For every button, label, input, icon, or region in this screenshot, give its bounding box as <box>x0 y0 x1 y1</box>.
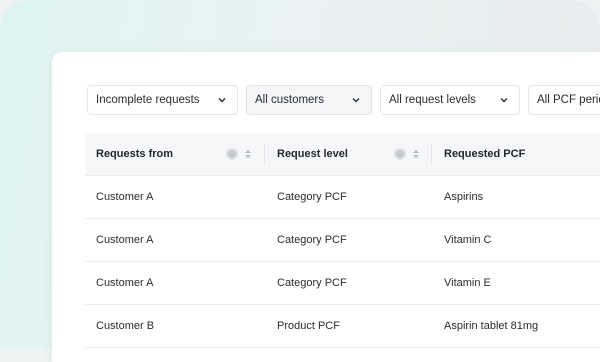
cell-request-level: Category PCF <box>277 234 347 246</box>
cell-request-level: Category PCF <box>277 277 347 289</box>
column-header-requested-pcf[interactable]: Requested PCF <box>444 133 525 175</box>
table-row[interactable]: Customer A Category PCF Vitamin C <box>85 219 600 262</box>
sort-icon[interactable] <box>244 148 252 160</box>
customer-filter-label: All customers <box>255 94 325 106</box>
cell-requested-pcf: Vitamin C <box>444 234 492 246</box>
column-header-request-level[interactable]: Request level <box>277 133 348 175</box>
status-filter-dropdown[interactable]: Incomplete requests <box>87 85 238 115</box>
chevron-down-icon <box>218 98 226 103</box>
table-row[interactable]: Customer B Product PCF Aspirin tablet 81… <box>85 305 600 348</box>
column-divider <box>264 145 265 163</box>
requests-table: Requests from Request level Requested PC… <box>85 133 600 348</box>
cell-requests-from: Customer A <box>96 277 154 289</box>
cell-requests-from: Customer A <box>96 234 154 246</box>
column-header-requests-from[interactable]: Requests from <box>96 133 173 175</box>
info-icon[interactable] <box>226 148 238 160</box>
column-divider <box>431 145 432 163</box>
sort-icon[interactable] <box>412 148 420 160</box>
table-row[interactable]: Customer A Category PCF Vitamin E <box>85 262 600 305</box>
cell-requests-from: Customer A <box>96 191 154 203</box>
cell-request-level: Category PCF <box>277 191 347 203</box>
cell-request-level: Product PCF <box>277 320 340 332</box>
status-filter-label: Incomplete requests <box>96 94 200 106</box>
request-level-filter-dropdown[interactable]: All request levels <box>380 85 520 115</box>
pcf-period-filter-dropdown[interactable]: All PCF perio <box>528 85 600 115</box>
chevron-down-icon <box>500 98 508 103</box>
cell-requested-pcf: Aspirin tablet 81mg <box>444 320 539 332</box>
customer-filter-dropdown[interactable]: All customers <box>246 85 372 115</box>
info-icon[interactable] <box>394 148 406 160</box>
cell-requested-pcf: Aspirins <box>444 191 484 203</box>
chevron-down-icon <box>352 98 360 103</box>
cell-requested-pcf: Vitamin E <box>444 277 491 289</box>
table-header: Requests from Request level Requested PC… <box>85 133 600 176</box>
requests-panel: Incomplete requests All customers All re… <box>52 52 600 362</box>
request-level-filter-label: All request levels <box>389 94 476 106</box>
cell-requests-from: Customer B <box>96 320 155 332</box>
pcf-period-filter-label: All PCF perio <box>537 94 600 106</box>
table-row[interactable]: Customer A Category PCF Aspirins <box>85 176 600 219</box>
